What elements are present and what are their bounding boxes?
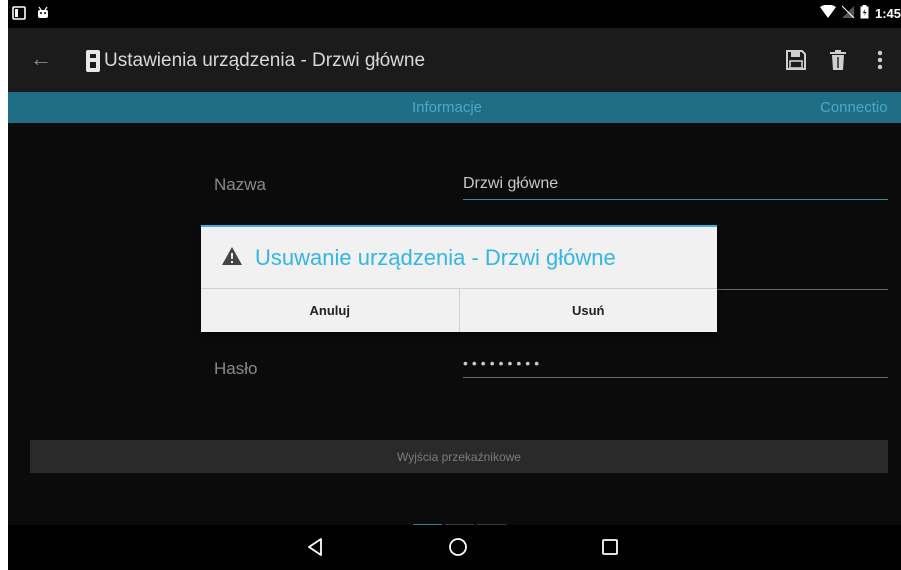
status-bar: 1:45: [8, 0, 901, 28]
navigation-bar: [8, 525, 901, 570]
status-time: 1:45: [874, 6, 901, 21]
warning-icon: [221, 246, 243, 271]
trash-icon[interactable]: [817, 42, 859, 78]
tab-connection[interactable]: Connectio: [820, 99, 888, 116]
relay-outputs-button[interactable]: Wyjścia przekaźnikowe: [30, 440, 888, 473]
sd-card-notification-icon: [12, 6, 26, 25]
password-field[interactable]: •••••••••: [463, 355, 888, 378]
back-triangle-icon[interactable]: [303, 535, 327, 559]
arrow-back-icon[interactable]: ←: [30, 46, 52, 72]
action-bar: ← Ustawienia urządzenia - Drzwi główne: [8, 28, 901, 92]
tab-bar: Informacje Connectio: [8, 92, 901, 123]
android-notification-icon: [36, 6, 50, 25]
door-station-icon: [86, 50, 100, 72]
dialog-buttons: Anuluj Usuń: [201, 288, 717, 332]
recent-apps-square-icon[interactable]: [598, 535, 622, 559]
delete-device-dialog: Usuwanie urządzenia - Drzwi główne Anulu…: [201, 225, 717, 332]
dialog-title: Usuwanie urządzenia - Drzwi główne: [255, 245, 616, 270]
floppy-disk-icon[interactable]: [775, 42, 817, 78]
battery-icon: [860, 5, 869, 22]
password-label: Hasło: [214, 359, 258, 378]
no-signal-icon: [841, 5, 855, 22]
cancel-button[interactable]: Anuluj: [201, 289, 459, 332]
overflow-menu-icon[interactable]: [859, 42, 901, 78]
device-screen: 1:45 ← Ustawienia urządzenia - Drzwi głó…: [8, 0, 901, 570]
dialog-header: Usuwanie urządzenia - Drzwi główne: [201, 227, 717, 289]
wifi-icon: [819, 4, 836, 22]
page-title: Ustawienia urządzenia - Drzwi główne: [104, 50, 426, 71]
name-label: Nazwa: [214, 175, 266, 194]
tab-informacje[interactable]: Informacje: [412, 99, 482, 116]
home-circle-icon[interactable]: [446, 535, 470, 559]
name-field[interactable]: Drzwi główne: [463, 175, 888, 200]
delete-button[interactable]: Usuń: [458, 289, 718, 332]
